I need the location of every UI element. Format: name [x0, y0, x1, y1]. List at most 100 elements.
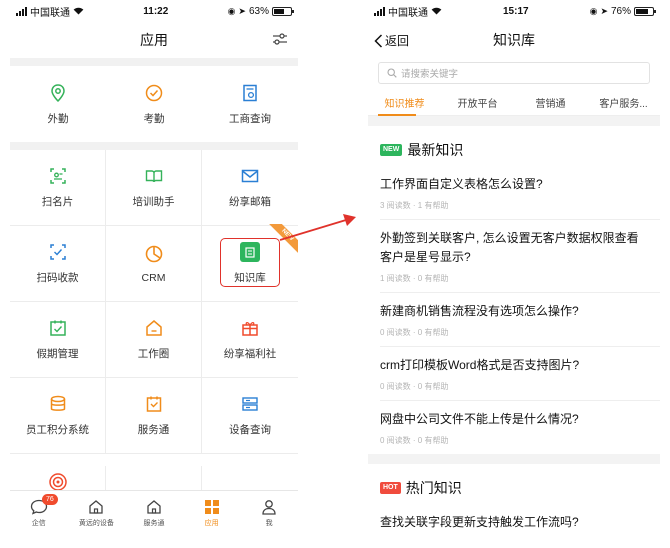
app-knowledge[interactable]: NEW 知识库: [202, 224, 298, 302]
tab-customer-service[interactable]: 客户服务...: [587, 95, 660, 110]
list-item[interactable]: 查找关联字段更新支持触发工作流吗?: [380, 504, 660, 540]
carrier-label: 中国联通: [30, 7, 70, 19]
app-label: 扫名片: [41, 196, 74, 208]
question-meta: 0 阅读数 · 0 有帮助: [380, 328, 449, 337]
app-label: 假期管理: [36, 348, 79, 360]
scan-card-icon: [49, 168, 66, 184]
signal-icon: [16, 6, 27, 16]
active-tab-underline: [378, 114, 416, 116]
signal-icon: [374, 6, 385, 16]
partial-row: [10, 466, 298, 492]
app-mail[interactable]: 纷享邮箱: [202, 150, 298, 226]
question-meta: 1 阅读数 · 0 有帮助: [380, 274, 449, 283]
question-text: 网盘中公司文件不能上传是什么情况?: [380, 412, 579, 426]
person-icon: [262, 500, 276, 515]
nav-header: 返回 知识库: [368, 22, 660, 58]
tab-qixin[interactable]: 76 企信: [10, 491, 68, 536]
app-leave[interactable]: 假期管理: [10, 302, 106, 378]
calendar-check-icon: [49, 320, 66, 336]
wifi-icon: [431, 7, 442, 15]
top-apps-grid: 外勤 考勤 工商查询: [10, 66, 298, 142]
house-icon: [145, 320, 162, 336]
apps-grid: 扫名片 培训助手 纷享邮箱 扫码收款 CRM NEW 知识库 假期管理 工作圈 …: [10, 150, 298, 454]
list-item[interactable]: 工作界面自定义表格怎么设置? 3 阅读数 · 1 有帮助: [380, 166, 660, 220]
question-text: 工作界面自定义表格怎么设置?: [380, 177, 543, 191]
search-input[interactable]: 请搜索关键字: [378, 62, 650, 84]
device-icon: [242, 397, 258, 411]
app-partial[interactable]: [10, 466, 106, 492]
knowledge-base-screen: 中国联通 15:17 ◉ ➤ 76% 返回 知识库 请搜索关键字 知识推荐 开放…: [368, 0, 660, 548]
section-hot: HOT 热门知识: [368, 464, 660, 504]
tab-open-platform[interactable]: 开放平台: [441, 95, 514, 110]
document-search-icon: [243, 84, 257, 101]
scan-qr-icon: [49, 244, 66, 260]
back-label: 返回: [385, 34, 410, 48]
app-label: 扫码收款: [36, 272, 79, 284]
app-waiqin[interactable]: 外勤: [10, 66, 106, 142]
app-kaoqin[interactable]: 考勤: [106, 66, 202, 142]
app-gongshang[interactable]: 工商查询: [202, 66, 298, 142]
sliders-icon[interactable]: [272, 32, 288, 46]
tab-label: 应用: [204, 520, 219, 527]
question-meta: 3 阅读数 · 1 有帮助: [380, 201, 449, 210]
tab-label: 企信: [31, 520, 46, 527]
back-button[interactable]: 返回: [374, 32, 409, 49]
battery-percent: 76%: [610, 5, 631, 17]
question-meta: 0 阅读数 · 0 有帮助: [380, 382, 449, 391]
unread-badge: 76: [42, 494, 58, 505]
tab-marketing[interactable]: 营销通: [514, 95, 587, 110]
new-ribbon: NEW: [266, 224, 298, 258]
tab-apps[interactable]: 应用: [183, 491, 241, 536]
app-label: 纷享福利社: [223, 348, 277, 360]
house-outline-icon: [89, 500, 104, 514]
mail-icon: [241, 169, 259, 183]
location-pin-icon: [51, 83, 65, 102]
pie-chart-icon: [145, 245, 162, 262]
hot-tag: HOT: [380, 482, 401, 494]
section-title: 最新知识: [407, 142, 464, 158]
app-points[interactable]: 员工积分系统: [10, 378, 106, 454]
app-label: CRM: [141, 271, 166, 284]
app-welfare[interactable]: 纷享福利社: [202, 302, 298, 378]
app-device[interactable]: 设备查询: [202, 378, 298, 454]
category-tabs: 知识推荐 开放平台 营销通 客户服务...: [368, 90, 660, 116]
list-item[interactable]: crm打印模板Word格式是否支持图片? 0 阅读数 · 0 有帮助: [380, 347, 660, 401]
app-scan-card[interactable]: 扫名片: [10, 150, 106, 226]
battery-percent: 63%: [248, 5, 269, 17]
app-scan-pay[interactable]: 扫码收款: [10, 226, 106, 302]
list-item[interactable]: 外勤签到关联客户, 怎么设置无客户数据权限查看客户是星号显示? 1 阅读数 · …: [380, 220, 660, 293]
status-time: 15:17: [503, 5, 529, 17]
app-crm[interactable]: CRM: [106, 226, 202, 302]
question-text: 外勤签到关联客户, 怎么设置无客户数据权限查看客户是星号显示?: [380, 231, 639, 264]
app-service[interactable]: 服务通: [106, 378, 202, 454]
page-title: 知识库: [493, 32, 535, 48]
app-label: 考勤: [143, 112, 165, 125]
app-label: 设备查询: [229, 424, 271, 436]
house-outline-icon: [147, 500, 161, 514]
database-icon: [50, 395, 65, 411]
broadcast-icon: [48, 473, 67, 491]
tab-label: 我: [265, 520, 273, 527]
apps-screen: 中国联通 11:22 ◉ ➤ 63% 应用 外勤 考勤 工商查询 扫名片 培训助…: [10, 0, 298, 548]
app-workcircle[interactable]: 工作圈: [106, 302, 202, 378]
app-label: 培训助手: [132, 196, 175, 208]
gift-icon: [242, 322, 258, 336]
service-icon: [146, 396, 161, 412]
carrier-label: 中国联通: [388, 7, 428, 19]
tab-me[interactable]: 我: [240, 491, 298, 536]
search-icon: [387, 68, 397, 78]
chevron-left-icon: [374, 33, 383, 48]
tab-service[interactable]: 服务通: [125, 491, 183, 536]
app-label: 工作圈: [137, 348, 170, 360]
page-title: 应用: [140, 32, 168, 48]
search-placeholder: 请搜索关键字: [401, 69, 459, 80]
tab-devices[interactable]: 黄远的设备: [68, 491, 126, 536]
nav-header: 应用: [10, 22, 298, 58]
tab-recommend[interactable]: 知识推荐: [368, 95, 441, 110]
new-tag: NEW: [380, 144, 403, 156]
app-training[interactable]: 培训助手: [106, 150, 202, 226]
battery-icon: [634, 6, 656, 16]
list-item[interactable]: 新建商机销售流程没有选项怎么操作? 0 阅读数 · 0 有帮助: [380, 293, 660, 347]
list-item[interactable]: 网盘中公司文件不能上传是什么情况? 0 阅读数 · 0 有帮助: [380, 401, 660, 454]
tab-label: 黄远的设备: [78, 520, 114, 527]
